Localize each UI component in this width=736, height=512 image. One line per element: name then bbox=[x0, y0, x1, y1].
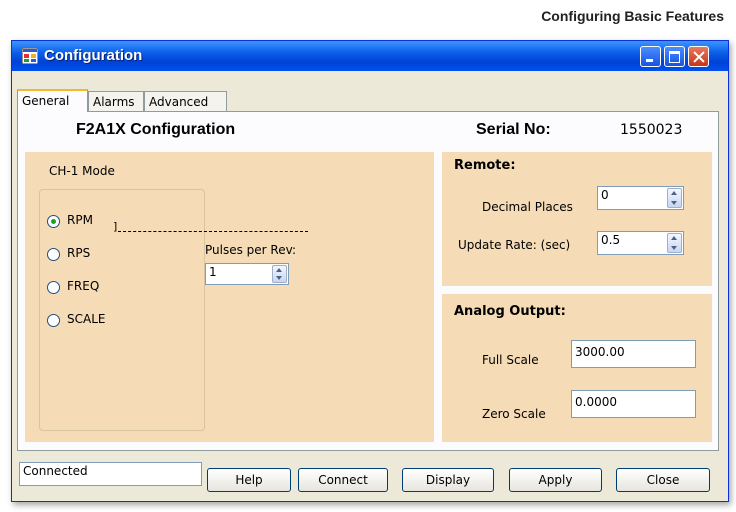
splitter-line bbox=[118, 231, 308, 232]
decimal-places-label: Decimal Places bbox=[482, 200, 573, 214]
full-scale-label: Full Scale bbox=[482, 353, 539, 367]
full-scale-input[interactable]: 3000.00 bbox=[571, 340, 696, 368]
remote-title: Remote: bbox=[454, 158, 516, 173]
radio-rpm-label: RPM bbox=[67, 213, 93, 227]
mode-label: CH-1 Mode bbox=[49, 164, 115, 178]
radio-rpm[interactable] bbox=[47, 215, 60, 228]
mode-panel: CH-1 Mode RPM RPS FREQ SCALE ] Pulses pe… bbox=[25, 152, 434, 442]
apply-button[interactable]: Apply bbox=[509, 468, 602, 492]
update-rate-value: 0.5 bbox=[601, 233, 621, 247]
analog-output-title: Analog Output: bbox=[454, 304, 566, 319]
window-title: Configuration bbox=[44, 47, 143, 64]
update-rate-stepper[interactable]: 0.5 bbox=[597, 231, 684, 255]
splitter-bracket: ] bbox=[113, 220, 118, 233]
help-button[interactable]: Help bbox=[207, 468, 291, 492]
pulses-value: 1 bbox=[209, 265, 217, 279]
general-tab-panel: F2A1X Configuration Serial No: 1550023 C… bbox=[17, 111, 719, 451]
radio-rps-label: RPS bbox=[67, 246, 91, 260]
configuration-window: Configuration General Alarms Advanced F2… bbox=[11, 40, 729, 502]
radio-freq-label: FREQ bbox=[67, 279, 100, 293]
tab-alarms[interactable]: Alarms bbox=[88, 91, 144, 111]
radio-rps[interactable] bbox=[47, 248, 60, 261]
pulses-spin-icon[interactable] bbox=[272, 265, 287, 283]
zero-scale-input[interactable]: 0.0000 bbox=[571, 390, 696, 418]
document-header: Configuring Basic Features bbox=[541, 8, 724, 24]
decimal-places-stepper[interactable]: 0 bbox=[597, 186, 684, 210]
minimize-button[interactable] bbox=[640, 46, 661, 67]
remote-panel: Remote: Decimal Places 0 Update Rate: (s… bbox=[442, 152, 712, 286]
decimal-places-value: 0 bbox=[601, 188, 609, 202]
serial-value: 1550023 bbox=[620, 122, 683, 138]
decimal-spin-icon[interactable] bbox=[667, 188, 682, 208]
update-spin-icon[interactable] bbox=[667, 233, 682, 253]
serial-label: Serial No: bbox=[476, 121, 551, 138]
close-window-button[interactable] bbox=[688, 46, 709, 67]
mode-group bbox=[39, 189, 205, 431]
tab-advanced[interactable]: Advanced bbox=[144, 91, 227, 111]
tab-general[interactable]: General bbox=[17, 89, 88, 112]
radio-scale-label: SCALE bbox=[67, 312, 106, 326]
title-bar[interactable]: Configuration bbox=[12, 41, 728, 71]
app-icon bbox=[22, 48, 38, 64]
radio-scale[interactable] bbox=[47, 314, 60, 327]
configuration-heading: F2A1X Configuration bbox=[76, 121, 236, 138]
analog-output-panel: Analog Output: Full Scale 3000.00 Zero S… bbox=[442, 294, 712, 442]
pulses-label: Pulses per Rev: bbox=[205, 243, 297, 257]
close-button[interactable]: Close bbox=[616, 468, 710, 492]
connect-button[interactable]: Connect bbox=[298, 468, 388, 492]
pulses-per-rev-stepper[interactable]: 1 bbox=[205, 263, 289, 285]
connection-status: Connected bbox=[19, 462, 202, 486]
maximize-button[interactable] bbox=[664, 46, 685, 67]
radio-freq[interactable] bbox=[47, 281, 60, 294]
display-button[interactable]: Display bbox=[402, 468, 494, 492]
update-rate-label: Update Rate: (sec) bbox=[458, 238, 571, 252]
zero-scale-label: Zero Scale bbox=[482, 407, 546, 421]
